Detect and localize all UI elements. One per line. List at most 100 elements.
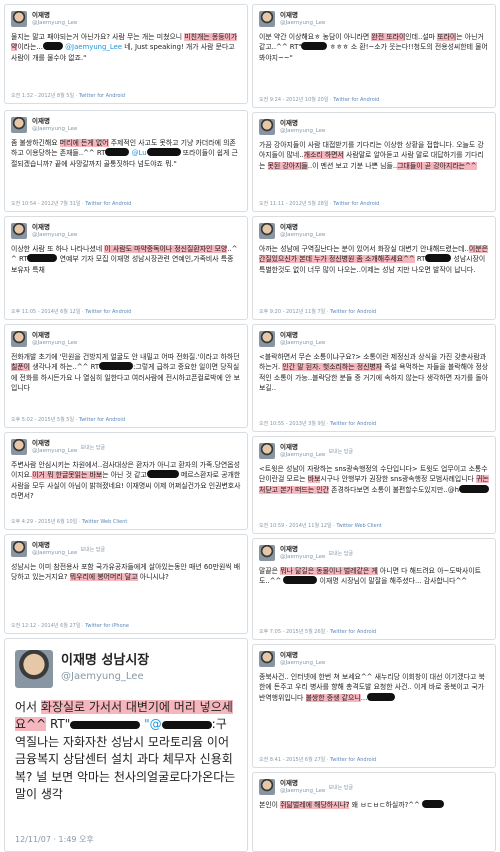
avatar[interactable] xyxy=(259,779,275,795)
author-name[interactable]: 이재명 xyxy=(280,11,325,19)
tweet-card[interactable]: 이재명 @Jaemyung_Lee 좀 불쌍하긴해요 머리에 든게 없어 주제적인 … xyxy=(4,110,248,212)
redaction-block xyxy=(161,721,212,730)
avatar[interactable] xyxy=(11,223,27,239)
author-handle[interactable]: @Jaemyung_Lee xyxy=(32,125,77,133)
author-name[interactable]: 이재명 xyxy=(280,331,325,339)
avatar[interactable] xyxy=(11,541,27,557)
avatar[interactable] xyxy=(259,651,275,667)
author-handle[interactable]: @Jaemyung_Lee xyxy=(280,231,325,239)
author-name[interactable]: 이재명 xyxy=(280,651,325,659)
author-name[interactable]: 이재명 xyxy=(32,331,77,339)
avatar[interactable] xyxy=(11,331,27,347)
timestamp-text: 오전 8:41 - 2015년 6월 27일 · xyxy=(259,757,331,763)
tweet-card[interactable]: 이재명 @Jaemyung_Lee 보내는 답글 본인이 쥐닮벌레에 해당하시나? 왜… xyxy=(252,772,496,852)
tweet-card[interactable]: 이재명 @Jaemyung_Lee 보내는 답글 말끝은 뭐나 닮길은 동물이나 벌레… xyxy=(252,538,496,640)
tweet-card[interactable]: 이재명 @Jaemyung_Lee <블락하면서 무슨 소통이냐구요?> 소통이란 … xyxy=(252,324,496,432)
client-link[interactable]: Twitter for Android xyxy=(333,97,379,103)
tweet-timestamp: 오전 12:12 - 2014년 6월 27일 · Twitter for iP… xyxy=(11,622,129,629)
tweet-text: 좀 불쌍하긴해요 머리에 든게 없어 주제적인 사고도 못하고 기냥 카더라에 … xyxy=(11,138,241,169)
avatar[interactable] xyxy=(259,11,275,27)
timestamp-text: 오전 9:24 - 2012년 10월 20일 · xyxy=(259,97,334,103)
text-fragment: 전화개발 초기에 '민원을 건방지게 얼굴도 안 내밀고 어따 전화질.'이라고… xyxy=(11,353,240,361)
avatar[interactable] xyxy=(259,331,275,347)
timestamp-text: 오전 10:55 - 2013년 3월 9일 · xyxy=(259,421,331,427)
tweet-timestamp: 오후 9:20 - 2012년 11월 7일 · Twitter for And… xyxy=(259,308,376,315)
tweet-card[interactable]: 이재명 @Jaemyung_Lee 보내는 답글 <트윗은 성남이 자랑하는 sns광… xyxy=(252,436,496,534)
timestamp-text: 오후 7:05 - 2015년 5월 26일 · xyxy=(259,629,331,635)
tweet-card[interactable]: 이재명 @Jaemyung_Lee 이분 약간 이상해요ㅎ 농담이 아니라면 완전 … xyxy=(252,4,496,108)
client-link[interactable]: Twitter for Android xyxy=(79,93,125,99)
tweet-text: 전화개발 초기에 '민원을 건방지게 얼굴도 안 내밀고 어따 전화질.'이라고… xyxy=(11,352,241,394)
tweet-card[interactable]: 이재명 @Jaemyung_Lee 보내는 답글 성남시는 이미 참전용사 포함 국가… xyxy=(4,534,248,634)
author-name[interactable]: 이재명 xyxy=(32,11,77,19)
author-handle[interactable]: @Jaemyung_Lee xyxy=(32,447,77,455)
tweet-card[interactable]: 이재명 @Jaemyung_Lee 아까는 성남에 구역질난다는 분이 있어서 화장… xyxy=(252,216,496,320)
mention-link[interactable]: @Lu xyxy=(132,149,147,157)
tweet-card[interactable]: 이재명 @Jaemyung_Lee 전화개발 초기에 '민원을 건방지게 얼굴도 안… xyxy=(4,324,248,428)
author-handle[interactable]: @Jaemyung_Lee xyxy=(61,669,149,685)
client-link[interactable]: Twitter for Android xyxy=(85,201,131,207)
author-name[interactable]: 이재명 xyxy=(280,223,325,231)
author-handle[interactable]: @Jaemyung_Lee xyxy=(280,127,325,135)
author-handle[interactable]: @Jaemyung_Lee xyxy=(280,339,325,347)
author-name[interactable]: 이재명 xyxy=(280,443,325,451)
tweet-timestamp: 오후 7:05 - 2015년 5월 26일 · Twitter for And… xyxy=(259,628,376,635)
author-handle[interactable]: @Jaemyung_Lee xyxy=(32,549,77,557)
author-handle[interactable]: @Jaemyung_Lee xyxy=(32,19,77,27)
tweet-text: 가끔 강아지들이 사람 대접받기를 기다리는 이상한 상황을 접합니다. 오늘도… xyxy=(259,140,489,171)
client-link[interactable]: Twitter for Android xyxy=(333,201,379,207)
client-link[interactable]: Twitter for Android xyxy=(330,629,376,635)
client-link[interactable]: Twitter for Android xyxy=(330,421,376,427)
avatar[interactable] xyxy=(259,119,275,135)
avatar[interactable] xyxy=(259,443,275,459)
client-link[interactable]: Twitter Web Client xyxy=(336,523,381,529)
author-name[interactable]: 이재명 xyxy=(32,541,77,549)
highlighted-text: 또라이 xyxy=(437,33,457,41)
client-link[interactable]: Twitter for Android xyxy=(330,757,376,763)
author-name[interactable]: 이재명 xyxy=(280,545,325,553)
highlighted-text: 이거 뭐 한글못읽는 바보 xyxy=(32,471,103,480)
author-handle[interactable]: @Jaemyung_Lee xyxy=(280,553,325,561)
author-info: 이재명 @Jaemyung_Lee xyxy=(280,443,325,459)
text-fragment: ..이 멘션 보고 기분 나쁜 님들.. xyxy=(307,161,398,170)
author-name[interactable]: 이재명 xyxy=(32,117,77,125)
tweet-card[interactable]: 이재명 @Jaemyung_Lee 보내는 답글 주변사람 안심시키는 차원에서..검… xyxy=(4,432,248,530)
text-fragment: 인데..설마 xyxy=(405,33,438,41)
avatar[interactable] xyxy=(15,650,53,688)
author-name[interactable]: 이재명 성남시장 xyxy=(61,653,149,669)
author-handle[interactable]: @Jaemyung_Lee xyxy=(32,231,77,239)
tweet-card[interactable]: 이재명 @Jaemyung_Lee 물지는 말고 패야되는거 아닌가요? 사람 무는… xyxy=(4,4,248,104)
author-info: 이재명 @Jaemyung_Lee xyxy=(280,11,325,27)
author-name[interactable]: 이재명 xyxy=(32,223,77,231)
tweet-text: 성남시는 이미 참전용사 포함 국가유공자들에게 살아있는동안 매년 60만원씩… xyxy=(11,562,241,583)
client-link[interactable]: Twitter for iPhone xyxy=(85,623,129,629)
redaction-block xyxy=(146,148,181,157)
client-link[interactable]: Twitter for Android xyxy=(85,309,131,315)
tweet-card[interactable]: 이재명 @Jaemyung_Lee 가끔 강아지들이 사람 대접받기를 기다리는 이… xyxy=(252,112,496,212)
author-name[interactable]: 이재명 xyxy=(280,119,325,127)
author-handle[interactable]: @Jaemyung_Lee xyxy=(280,451,325,459)
author-handle[interactable]: @Jaemyung_Lee xyxy=(280,19,325,27)
avatar[interactable] xyxy=(11,11,27,27)
avatar[interactable] xyxy=(11,439,27,455)
client-link[interactable]: Twitter for Android xyxy=(79,417,125,423)
mention-link[interactable]: @Jaemyung_Lee xyxy=(65,43,122,51)
reply-label: 보내는 답글 xyxy=(328,550,354,557)
tweet-card[interactable]: 이재명 @Jaemyung_Lee 종북사건.. 인터넷에 한번 쳐 보세요^^ 새… xyxy=(252,644,496,768)
avatar[interactable] xyxy=(259,223,275,239)
highlighted-text: 쥐닮벌레에 해당하시나? xyxy=(280,801,350,809)
client-link[interactable]: Twitter for Android xyxy=(330,309,376,315)
tweet-card[interactable]: 이재명 @Jaemyung_Lee 이상한 사람 또 하나 나타나셨네 이 사람도 … xyxy=(4,216,248,320)
mention-link[interactable]: "@ xyxy=(144,717,162,731)
author-name[interactable]: 이재명 xyxy=(32,439,77,447)
author-handle[interactable]: @Jaemyung_Lee xyxy=(32,339,77,347)
timestamp-text: 오후 4:29 - 2015년 6월 10일 · xyxy=(11,519,83,525)
avatar[interactable] xyxy=(259,545,275,561)
author-handle[interactable]: @Jaemyung_Lee xyxy=(280,787,325,795)
author-name[interactable]: 이재명 xyxy=(280,779,325,787)
author-handle[interactable]: @Jaemyung_Lee xyxy=(280,659,325,667)
text-fragment: 생각나게 하는..^^ RT xyxy=(30,363,100,372)
tweet-card-large[interactable]: 이재명 성남시장 @Jaemyung_Lee 어서 화장실로 가서서 대변기에 머리… xyxy=(4,638,248,852)
client-link[interactable]: Twitter Web Client xyxy=(82,519,127,525)
avatar[interactable] xyxy=(11,117,27,133)
